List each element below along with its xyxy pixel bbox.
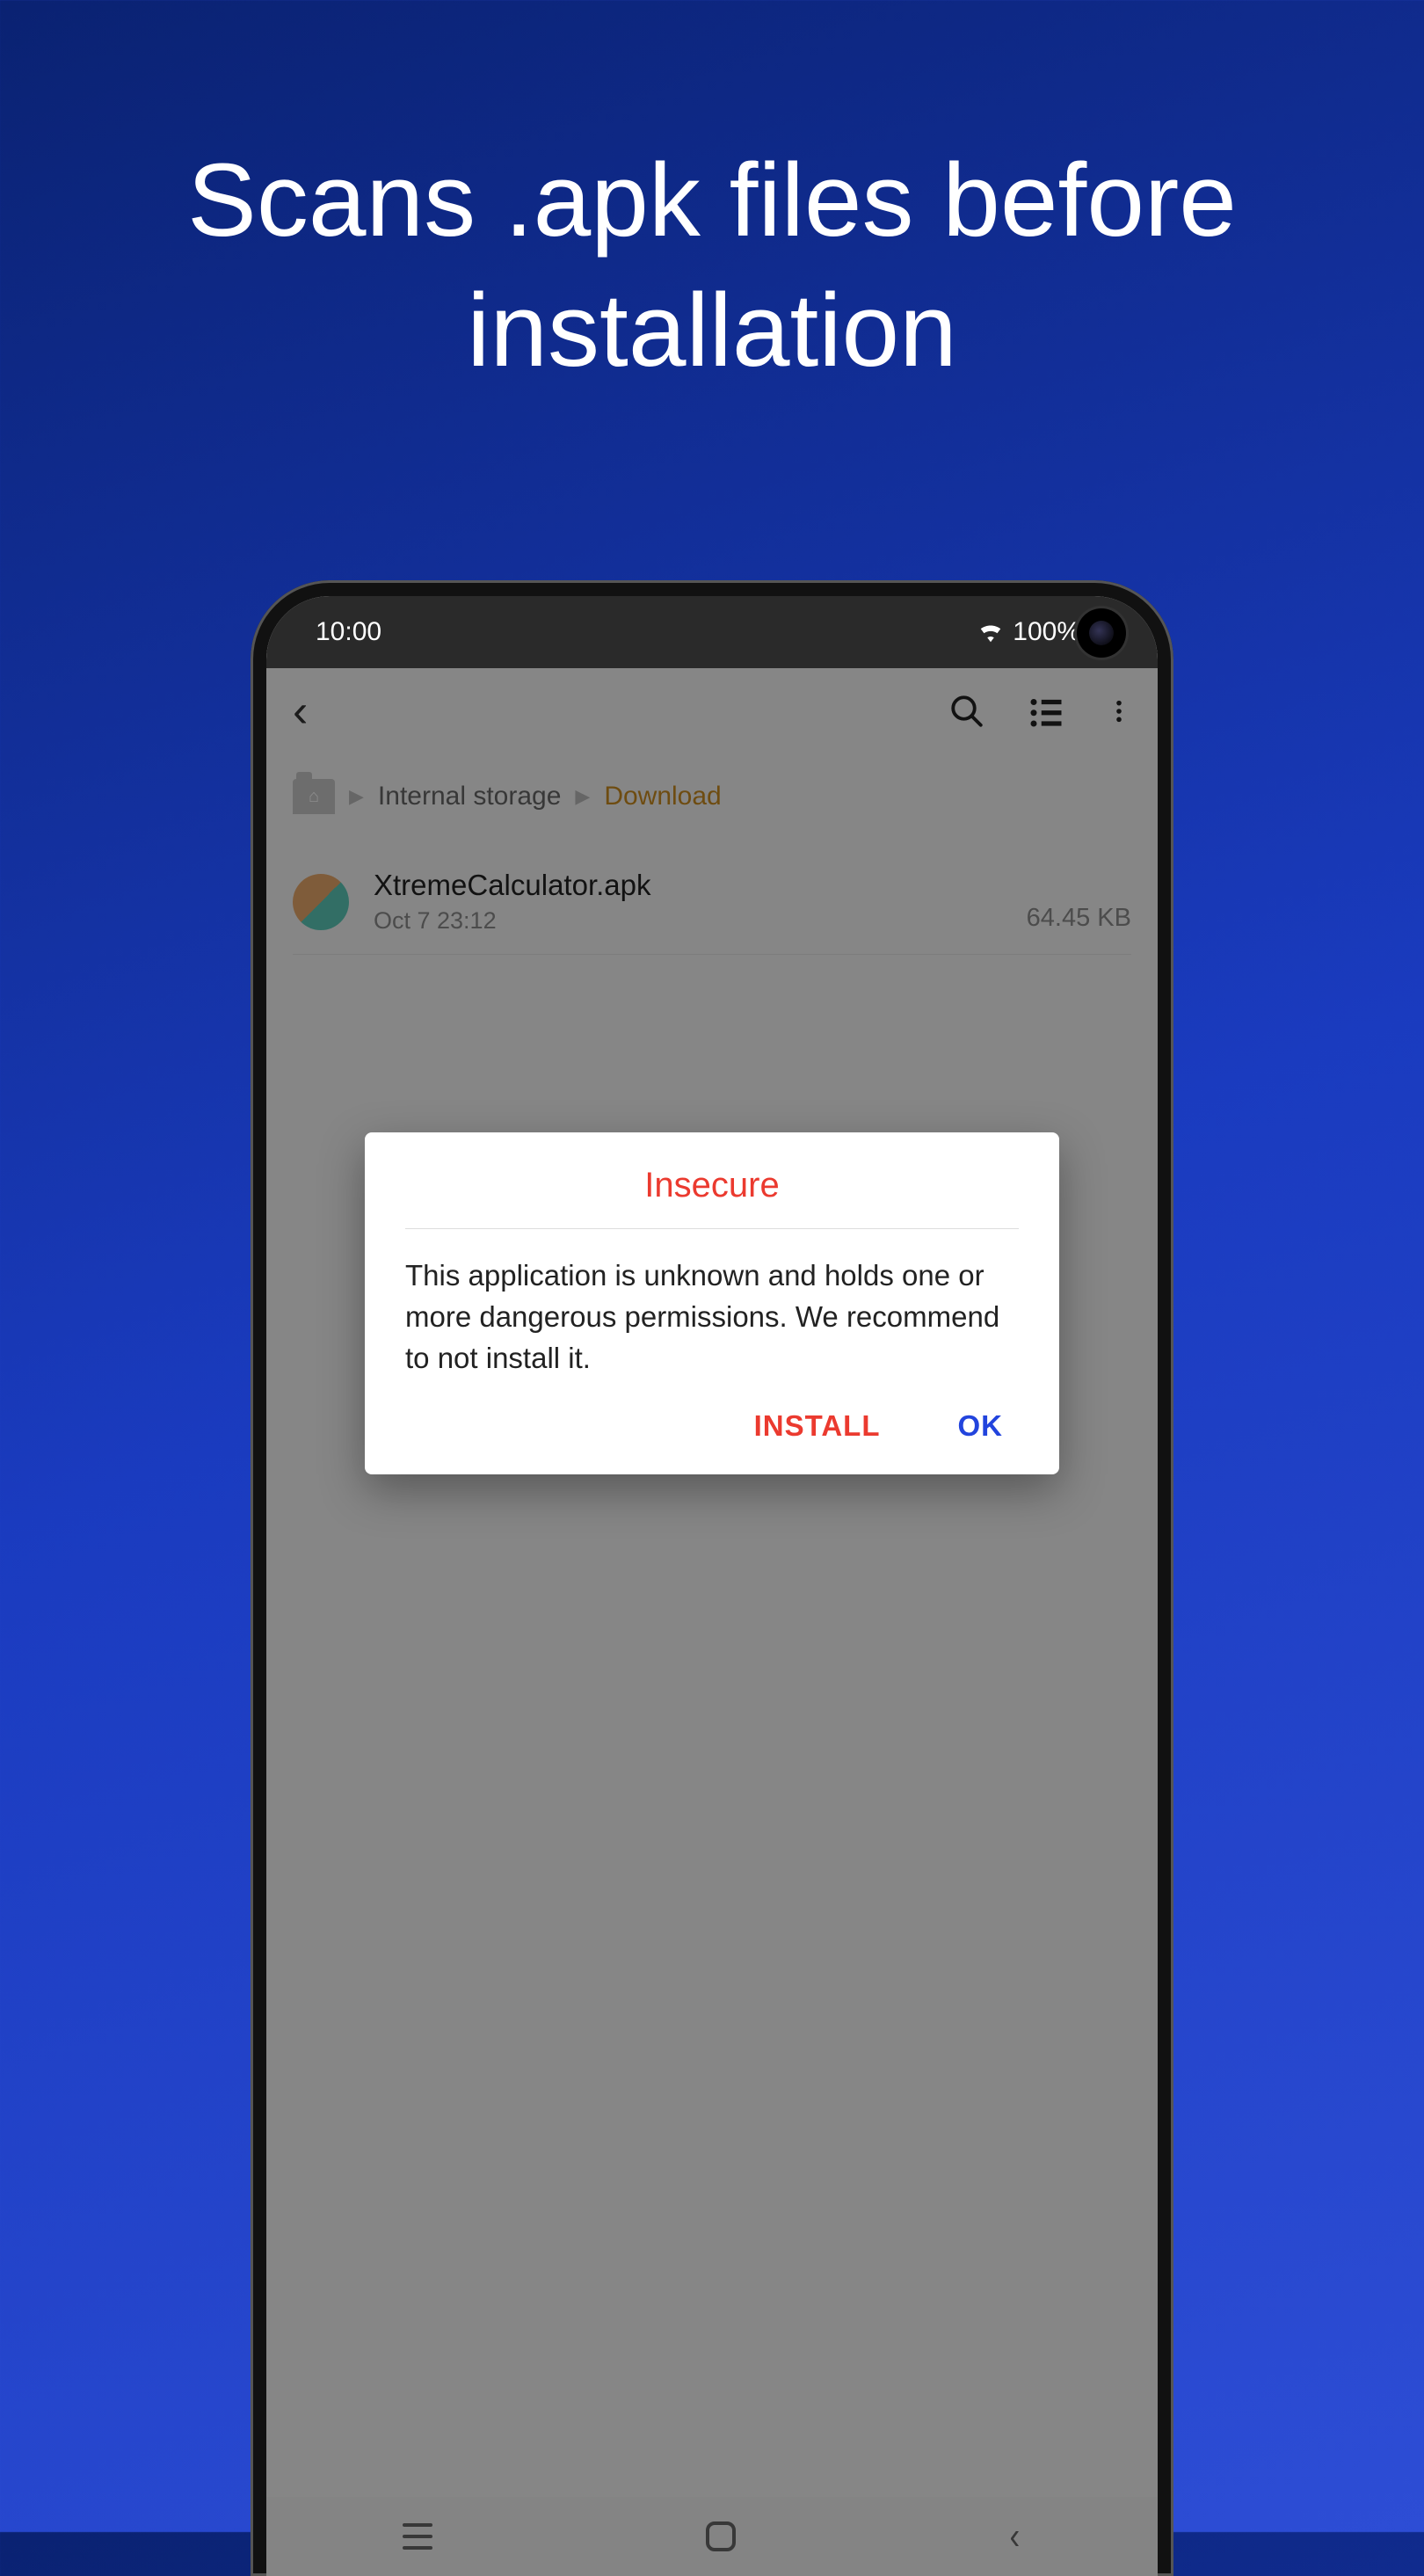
- dialog-actions: INSTALL OK: [405, 1409, 1019, 1455]
- dialog-title: Insecure: [405, 1166, 1019, 1229]
- phone-screen: 10:00 100% ‹ ⌂ ▶ Internal storage ▶: [266, 596, 1158, 2576]
- status-bar: 10:00 100%: [266, 596, 1158, 668]
- phone-frame: 10:00 100% ‹ ⌂ ▶ Internal storage ▶: [251, 580, 1173, 2576]
- promo-headline: Scans .apk files before installation: [0, 0, 1424, 396]
- camera-cutout: [1077, 608, 1126, 658]
- ok-button[interactable]: OK: [958, 1409, 1004, 1443]
- statusbar-battery: 100%: [1013, 617, 1080, 647]
- dialog-body: This application is unknown and holds on…: [405, 1229, 1019, 1409]
- statusbar-time: 10:00: [316, 617, 381, 647]
- security-warning-dialog: Insecure This application is unknown and…: [365, 1132, 1059, 1474]
- wifi-icon: [977, 622, 1004, 643]
- file-manager-app: ‹ ⌂ ▶ Internal storage ▶ Download Xtreme…: [266, 668, 1158, 2576]
- install-button[interactable]: INSTALL: [754, 1409, 881, 1443]
- modal-backdrop[interactable]: [266, 668, 1158, 2576]
